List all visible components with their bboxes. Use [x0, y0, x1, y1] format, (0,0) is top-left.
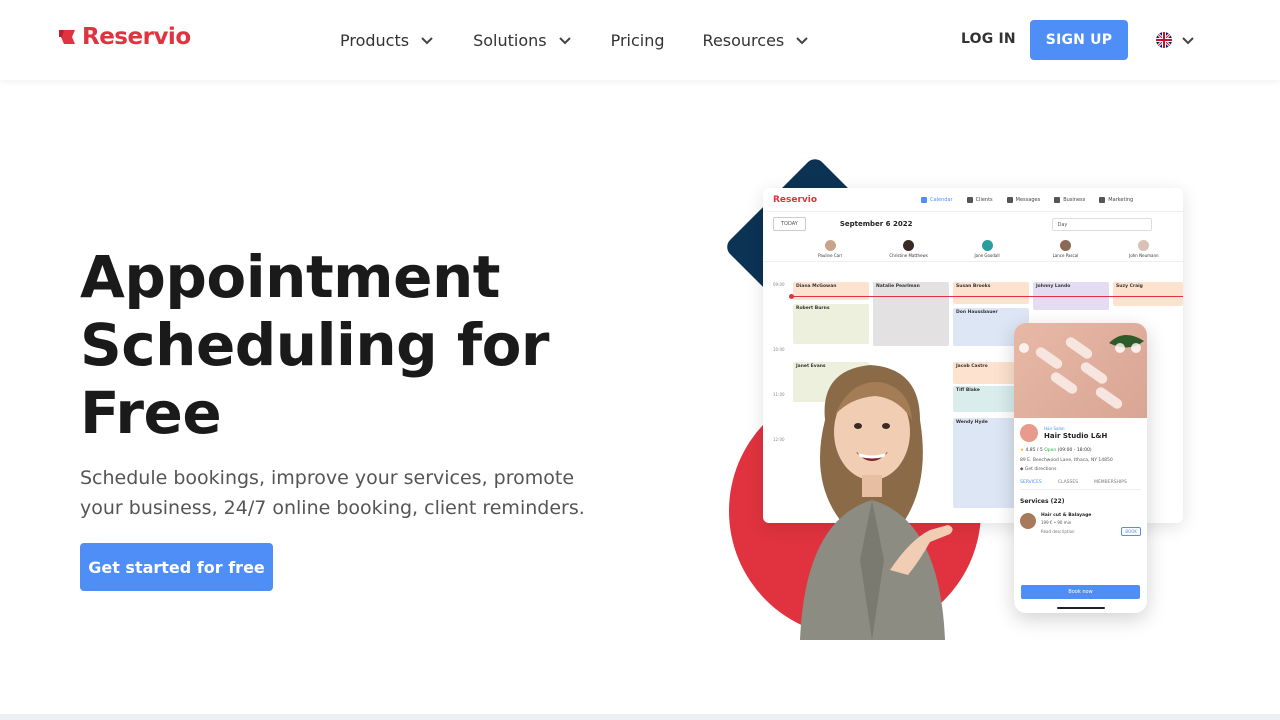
hero-subtitle: Schedule bookings, improve your services…	[80, 467, 585, 519]
appointment: Diana McGowan	[793, 282, 869, 300]
chevron-down-icon	[1182, 37, 1194, 45]
salon-category: Hair Salon	[1044, 426, 1065, 431]
phone-mockup: Hair Salon Hair Studio L&H ★ 4.85 / 5 Op…	[1014, 323, 1147, 613]
cal-view-select: Day	[1052, 217, 1153, 231]
calendar-logo: Reservio	[773, 194, 818, 205]
services-title: Services (22)	[1020, 498, 1065, 505]
service-book: BOOK	[1121, 527, 1141, 536]
salon-address: 89 E. Beechwood Lane, Ithaca, NY 14850	[1020, 458, 1113, 463]
nav-solutions-label: Solutions	[473, 30, 547, 50]
nav-pricing-label: Pricing	[610, 30, 665, 50]
tab-services: SERVICES	[1020, 480, 1042, 485]
current-time-dot	[789, 294, 794, 299]
staff-column: John Neumann	[1105, 236, 1183, 261]
cal-today: TODAY	[773, 217, 806, 231]
uk-flag-icon	[1156, 32, 1172, 48]
phone-book-now: Book now	[1021, 585, 1140, 599]
chevron-down-icon	[796, 37, 808, 45]
cal-tab-marketing: Marketing	[1099, 196, 1133, 203]
appointment: Natalie Pearlman	[873, 282, 949, 346]
salon-logo-icon	[1020, 424, 1038, 442]
language-selector[interactable]	[1156, 32, 1196, 48]
directions-icon: ◆	[1020, 467, 1024, 472]
cal-tab-calendar: Calendar	[921, 196, 953, 203]
hero-illustration: Reservio Calendar Clients Messages Busin…	[723, 155, 1185, 645]
salon-details: Hair Salon Hair Studio L&H ★ 4.85 / 5 Op…	[1014, 418, 1147, 542]
tab-classes: CLASSES	[1057, 480, 1079, 485]
nav-products[interactable]: Products	[340, 31, 435, 50]
star-icon: ★	[1020, 448, 1025, 453]
time-label: 10:00	[773, 347, 785, 352]
chevron-down-icon	[421, 37, 433, 45]
salon-name: Hair Studio L&H	[1044, 432, 1108, 440]
login-link[interactable]: LOG IN	[961, 31, 1016, 47]
staff-column: Christine Matthews	[869, 236, 947, 261]
signup-button[interactable]: SIGN UP	[1030, 20, 1128, 60]
chevron-down-icon	[558, 37, 571, 45]
appointment: Suzy Craig	[1113, 282, 1183, 306]
phone-home-indicator	[1057, 607, 1105, 609]
calendar-toolbar: TODAY September 6 2022 Day	[763, 212, 1183, 236]
calendar-topbar: Reservio Calendar Clients Messages Busin…	[763, 188, 1183, 212]
reservio-logo[interactable]: Reservio	[58, 24, 191, 50]
salon-rating: ★ 4.85 / 5 Open (09:00 - 18:00)	[1020, 448, 1092, 453]
time-label: 09:00	[773, 282, 785, 287]
staff-column: Pauline Carr	[791, 236, 869, 261]
main-nav: Products Solutions Pricing Resources	[340, 0, 848, 80]
appointment: Susan Brooks	[953, 282, 1029, 304]
logo-flag-icon	[59, 30, 75, 44]
service-item: Hair cut & Balayage 199 € • 90 min Read …	[1020, 513, 1141, 536]
nav-products-label: Products	[340, 30, 410, 50]
salon-cover-image	[1014, 323, 1147, 418]
get-started-button[interactable]: Get started for free	[80, 543, 273, 591]
staff-column: Lance Pascal	[1026, 236, 1104, 261]
hero-title: Appointment Scheduling for Free	[80, 243, 550, 447]
staff-column: Jane Goodall	[948, 236, 1026, 261]
rollers-illustration	[1019, 334, 1144, 409]
logo-text: Reservio	[82, 24, 191, 50]
nav-solutions[interactable]: Solutions	[473, 31, 573, 50]
nav-pricing[interactable]: Pricing	[611, 31, 665, 50]
staff-row: Pauline Carr Christine Matthews Jane Goo…	[763, 236, 1183, 262]
woman-pointing-image	[800, 365, 953, 640]
get-directions: ◆ Get directions	[1020, 467, 1057, 472]
nav-resources[interactable]: Resources	[703, 31, 811, 50]
cal-tab-business: Business	[1054, 196, 1085, 203]
tab-memberships: MEMBERSHIPS	[1094, 480, 1127, 485]
next-section-edge	[0, 714, 1280, 720]
appointment: Robert Burns	[793, 304, 869, 344]
cal-date: September 6 2022	[839, 220, 913, 228]
cal-tab-clients: Clients	[966, 196, 993, 203]
cal-tab-messages: Messages	[1006, 196, 1040, 203]
current-time-line	[791, 296, 1183, 297]
salon-tabs: SERVICES CLASSES MEMBERSHIPS	[1020, 480, 1141, 490]
site-header: Reservio Products Solutions Pricing Reso…	[0, 0, 1280, 80]
service-avatar	[1020, 513, 1036, 529]
nav-resources-label: Resources	[702, 30, 785, 50]
